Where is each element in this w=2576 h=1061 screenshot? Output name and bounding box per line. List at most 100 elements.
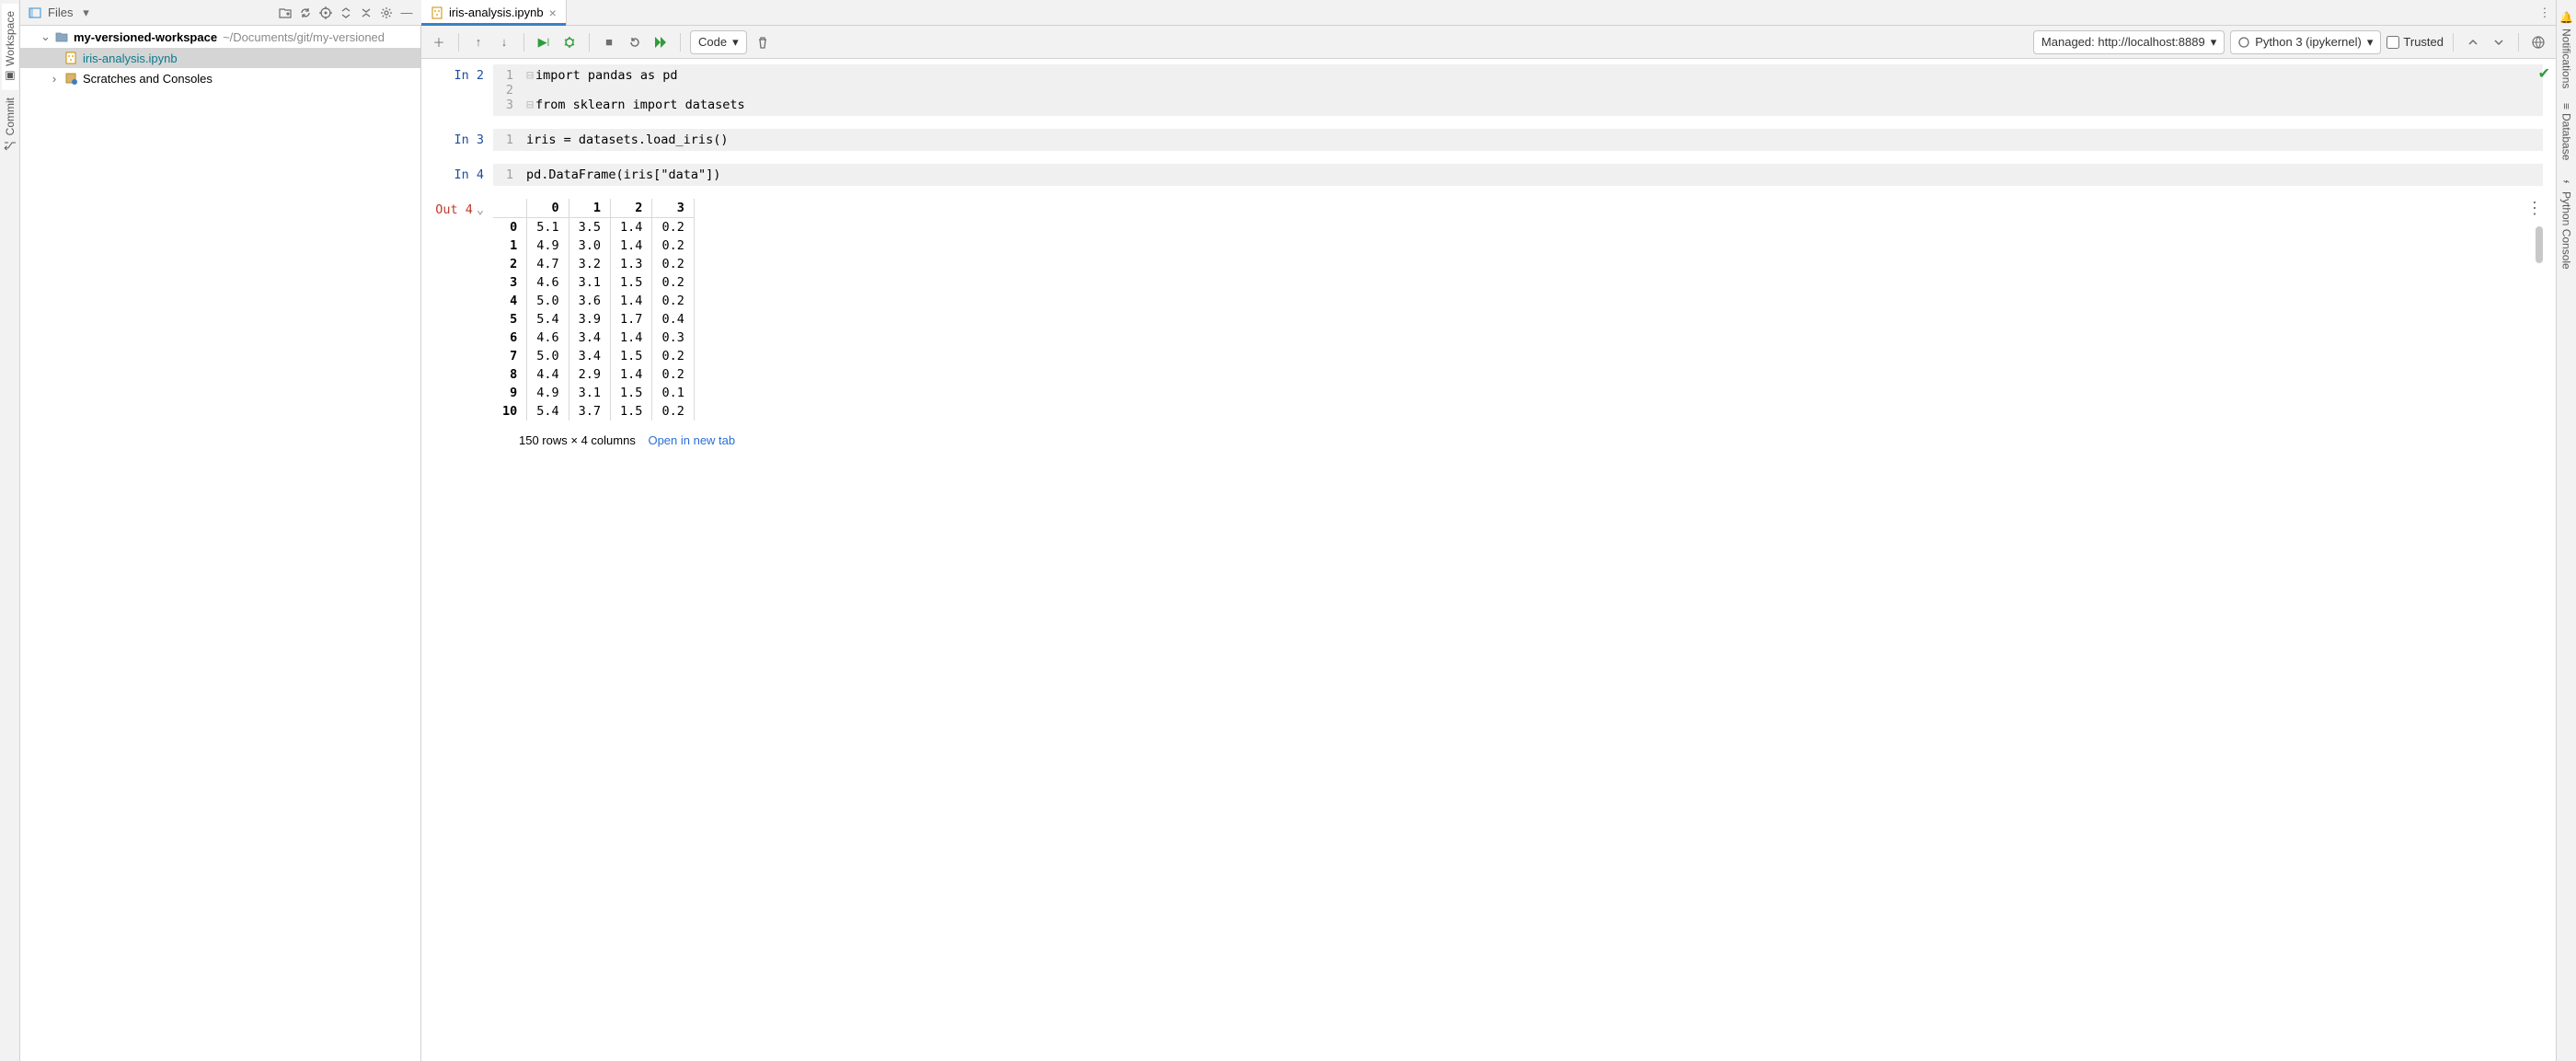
cell-value: 0.2 <box>652 402 694 421</box>
open-in-new-tab-link[interactable]: Open in new tab <box>648 433 735 447</box>
delete-cell-button[interactable] <box>753 31 773 53</box>
table-row: 05.13.51.40.2 <box>493 218 694 237</box>
move-up-button[interactable]: ↑ <box>468 31 489 53</box>
main-column: Files ▾ — iris-analysis.ipynb × <box>20 0 2556 1061</box>
new-folder-icon[interactable] <box>278 6 293 20</box>
database-tool-tab[interactable]: ≡ Database <box>2559 96 2575 167</box>
table-row: 34.63.11.50.2 <box>493 273 694 292</box>
table-row: 24.73.21.30.2 <box>493 255 694 273</box>
workspace-tool-tab[interactable]: ▣ Workspace <box>2 4 18 90</box>
row-index: 9 <box>493 384 527 402</box>
cell-value: 3.5 <box>569 218 610 237</box>
stop-button[interactable]: ■ <box>599 31 619 53</box>
row-index: 4 <box>493 292 527 310</box>
chevron-right-icon[interactable]: › <box>50 72 59 86</box>
commit-tool-tab[interactable]: ⎇ Commit <box>2 90 18 159</box>
database-tab-label: Database <box>2560 113 2573 160</box>
hide-panel-icon[interactable]: — <box>399 6 414 20</box>
notifications-tool-tab[interactable]: 🔔 Notifications <box>2559 4 2575 96</box>
run-all-button[interactable] <box>650 31 671 53</box>
cell-value: 5.4 <box>527 402 569 421</box>
next-cell-button[interactable] <box>2489 31 2509 53</box>
prompt-in-3: In 3 <box>434 129 493 151</box>
move-down-button[interactable]: ↓ <box>494 31 514 53</box>
project-panel-title: Files <box>48 6 73 19</box>
cell-value: 3.7 <box>569 402 610 421</box>
cell-value: 4.7 <box>527 255 569 273</box>
tree-scratches-row[interactable]: › Scratches and Consoles <box>20 68 420 88</box>
server-label: Managed: http://localhost:8889 <box>2041 35 2205 49</box>
code-block-3[interactable]: 1 iris = datasets.load_iris() <box>493 129 2543 151</box>
kernel-dropdown[interactable]: Python 3 (ipykernel) ▾ <box>2230 30 2381 54</box>
code-block-2[interactable]: 123 ⊟import pandas as pd ⊟from sklearn i… <box>493 64 2543 116</box>
code-block-4[interactable]: 1 pd.DataFrame(iris["data"]) <box>493 164 2543 186</box>
cell-in-3[interactable]: In 3 1 iris = datasets.load_iris() <box>434 129 2543 151</box>
project-root-path: ~/Documents/git/my-versioned <box>223 30 385 44</box>
trusted-checkbox-input[interactable] <box>2386 36 2399 49</box>
notebook-toolbar: ＋ ↑ ↓ ▶ꟾ ■ Code ▾ <box>421 26 2556 59</box>
cell-value: 4.4 <box>527 365 569 384</box>
gear-icon[interactable] <box>379 6 394 20</box>
line-gutter: 123 <box>493 64 519 116</box>
prev-cell-button[interactable] <box>2463 31 2483 53</box>
add-cell-button[interactable]: ＋ <box>429 31 449 53</box>
project-root-row[interactable]: ⌄ my-versioned-workspace ~/Documents/git… <box>20 26 420 48</box>
cell-value: 0.3 <box>652 329 694 347</box>
cell-value: 0.1 <box>652 384 694 402</box>
row-index: 1 <box>493 236 527 255</box>
editor-tab-iris[interactable]: iris-analysis.ipynb × <box>421 0 567 25</box>
close-tab-icon[interactable]: × <box>549 6 557 20</box>
notebook-body[interactable]: ✔ In 2 123 ⊟import pandas as pd ⊟from sk… <box>421 59 2556 1061</box>
project-view-dropdown-icon[interactable]: ▾ <box>78 6 93 20</box>
cell-value: 4.6 <box>527 273 569 292</box>
expand-all-icon[interactable] <box>339 6 353 20</box>
collapse-all-icon[interactable] <box>359 6 374 20</box>
cell-in-4[interactable]: In 4 1 pd.DataFrame(iris["data"]) <box>434 164 2543 186</box>
python-console-tool-tab[interactable]: ⌁ Python Console <box>2559 167 2575 277</box>
dataframe-output: ⋮ 0 1 2 3 05.13.51.40.214.93. <box>493 199 2543 421</box>
dataframe-summary: 150 rows × 4 columns <box>519 433 636 447</box>
cell-value: 4.9 <box>527 384 569 402</box>
cell-value: 3.2 <box>569 255 610 273</box>
tree-scratches-label: Scratches and Consoles <box>83 72 213 86</box>
cell-value: 5.0 <box>527 347 569 365</box>
server-dropdown[interactable]: Managed: http://localhost:8889 ▾ <box>2033 30 2225 54</box>
output-collapse-icon[interactable]: ⌄ <box>477 202 484 217</box>
open-browser-button[interactable] <box>2528 31 2548 53</box>
kernel-label: Python 3 (ipykernel) <box>2255 35 2362 49</box>
trusted-checkbox[interactable]: Trusted <box>2386 35 2444 49</box>
cell-value: 0.4 <box>652 310 694 329</box>
editor-tabs-more-icon[interactable]: ⋮ <box>2534 0 2556 25</box>
notebook-file-icon <box>64 52 77 64</box>
cell-value: 3.9 <box>569 310 610 329</box>
prompt-in-4: In 4 <box>434 164 493 186</box>
refresh-icon[interactable] <box>298 6 313 20</box>
run-cell-button[interactable]: ▶ꟾ <box>534 31 554 53</box>
cell-out-4: Out 4 ⌄ ⋮ 0 1 2 <box>434 199 2543 421</box>
cell-value: 3.4 <box>569 347 610 365</box>
target-icon[interactable] <box>318 6 333 20</box>
output-scrollbar[interactable] <box>2536 226 2543 263</box>
chevron-down-icon[interactable]: ⌄ <box>40 29 50 44</box>
dataframe-table: 0 1 2 3 05.13.51.40.214.93.01.40.224.73.… <box>493 199 695 421</box>
line-gutter: 1 <box>493 129 519 151</box>
cell-value: 1.4 <box>611 218 652 237</box>
cell-value: 0.2 <box>652 236 694 255</box>
restart-kernel-button[interactable] <box>625 31 645 53</box>
df-col-1: 1 <box>569 199 610 218</box>
row-index: 8 <box>493 365 527 384</box>
cell-in-2[interactable]: In 2 123 ⊟import pandas as pd ⊟from skle… <box>434 64 2543 116</box>
cell-value: 1.3 <box>611 255 652 273</box>
row-index: 6 <box>493 329 527 347</box>
run-debug-button[interactable] <box>559 31 580 53</box>
project-view-icon[interactable] <box>28 6 42 20</box>
bell-icon: 🔔 <box>2560 11 2573 25</box>
cell-value: 0.2 <box>652 273 694 292</box>
workspace-tab-label: Workspace <box>4 11 17 66</box>
cell-value: 0.2 <box>652 218 694 237</box>
cell-value: 0.2 <box>652 365 694 384</box>
cell-type-dropdown[interactable]: Code ▾ <box>690 30 747 54</box>
tree-file-iris[interactable]: iris-analysis.ipynb <box>20 48 420 68</box>
cell-value: 1.5 <box>611 384 652 402</box>
output-more-icon[interactable]: ⋮ <box>2526 199 2543 218</box>
